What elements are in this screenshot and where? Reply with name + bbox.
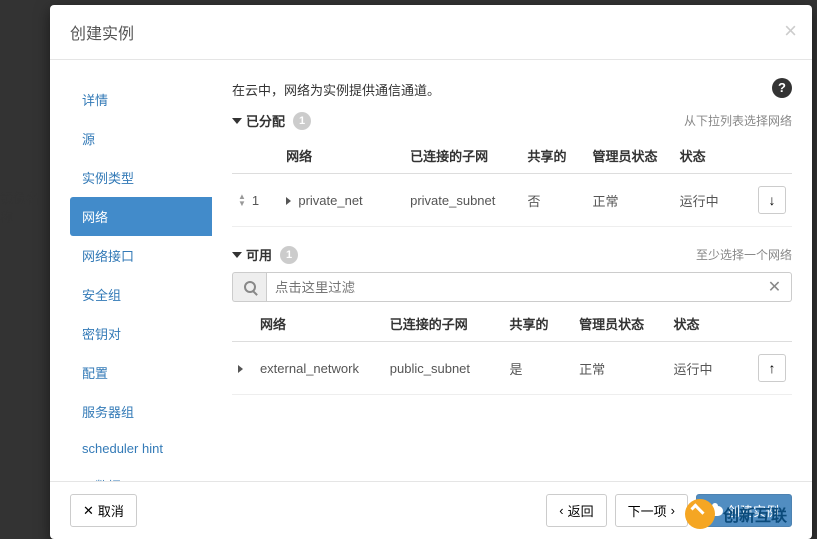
modal-title: 创建实例 <box>70 20 792 44</box>
allocated-hint: 从下拉列表选择网络 <box>684 112 792 129</box>
th-admin: 管理员状态 <box>573 306 667 342</box>
main-panel: ? 在云中，网络为实例提供通信通道。 已分配 1 从下拉列表选择网络 网络 已连… <box>212 60 812 481</box>
th-status: 状态 <box>668 306 752 342</box>
allocate-button[interactable]: ↑ <box>758 354 786 382</box>
row-admin: 正常 <box>573 342 667 395</box>
create-instance-modal: 创建实例 × 详情 源 实例类型 网络 网络接口 安全组 密钥对 配置 服务器组… <box>50 5 812 539</box>
help-icon[interactable]: ? <box>772 78 792 98</box>
cancel-button[interactable]: ✕ 取消 <box>70 494 137 527</box>
row-admin: 正常 <box>587 174 674 227</box>
modal-footer: ✕ 取消 ‹ 返回 下一项 › 创建实例 <box>50 481 812 539</box>
sidebar-item-config[interactable]: 配置 <box>70 353 212 392</box>
allocated-title-text: 已分配 <box>246 111 285 130</box>
row-subnet: public_subnet <box>384 342 504 395</box>
allocated-header: 已分配 1 从下拉列表选择网络 <box>232 111 792 130</box>
available-row: external_network public_subnet 是 正常 运行中 … <box>232 342 792 395</box>
chevron-right-icon: › <box>671 503 675 518</box>
th-network: 网络 <box>254 306 384 342</box>
available-hint: 至少选择一个网络 <box>696 246 792 263</box>
expand-icon[interactable] <box>238 365 243 373</box>
th-subnet: 已连接的子网 <box>384 306 504 342</box>
filter-row: ✕ <box>232 272 792 302</box>
th-status: 状态 <box>674 138 752 174</box>
row-shared: 否 <box>522 174 587 227</box>
th-admin: 管理员状态 <box>587 138 674 174</box>
chevron-left-icon: ‹ <box>559 503 563 518</box>
create-instance-button[interactable]: 创建实例 <box>696 494 792 527</box>
sidebar-item-flavor[interactable]: 实例类型 <box>70 158 212 197</box>
row-status: 运行中 <box>668 342 752 395</box>
cloud-upload-icon <box>709 506 723 516</box>
th-shared: 共享的 <box>504 306 574 342</box>
sidebar-item-security-groups[interactable]: 安全组 <box>70 275 212 314</box>
row-order: 1 <box>252 193 259 208</box>
next-button[interactable]: 下一项 › <box>615 494 688 527</box>
available-title[interactable]: 可用 1 <box>232 245 298 264</box>
sidebar-item-scheduler-hint[interactable]: scheduler hint <box>70 431 212 466</box>
row-network: external_network <box>254 342 384 395</box>
reorder-handle[interactable]: ▲▼ <box>238 193 246 207</box>
row-shared: 是 <box>504 342 574 395</box>
background-label: 镜像名称 <box>0 188 50 208</box>
close-icon: ✕ <box>83 503 94 519</box>
available-header: 可用 1 至少选择一个网络 <box>232 245 792 264</box>
sidebar-item-metadata[interactable]: 元数据 <box>70 466 212 481</box>
sidebar-item-ports[interactable]: 网络接口 <box>70 236 212 275</box>
modal-header: 创建实例 × <box>50 5 812 60</box>
allocated-row: ▲▼ 1 private_net private_subnet 否 正常 运行中 <box>232 174 792 227</box>
row-status: 运行中 <box>674 174 752 227</box>
allocated-title[interactable]: 已分配 1 <box>232 111 311 130</box>
row-subnet: private_subnet <box>404 174 521 227</box>
panel-description: 在云中，网络为实例提供通信通道。 <box>232 80 792 99</box>
close-icon[interactable]: × <box>784 20 797 42</box>
allocated-table: 网络 已连接的子网 共享的 管理员状态 状态 ▲▼ 1 <box>232 138 792 227</box>
deallocate-button[interactable]: ↓ <box>758 186 786 214</box>
back-button[interactable]: ‹ 返回 <box>546 494 606 527</box>
th-subnet: 已连接的子网 <box>404 138 521 174</box>
sidebar-item-network[interactable]: 网络 <box>70 197 212 236</box>
sidebar-item-keypair[interactable]: 密钥对 <box>70 314 212 353</box>
th-shared: 共享的 <box>522 138 587 174</box>
allocated-count-badge: 1 <box>293 112 311 130</box>
available-count-badge: 1 <box>280 246 298 264</box>
row-network: private_net <box>298 193 362 208</box>
filter-input[interactable] <box>266 272 758 302</box>
clear-filter-icon[interactable]: ✕ <box>758 272 792 302</box>
modal-body: 详情 源 实例类型 网络 网络接口 安全组 密钥对 配置 服务器组 schedu… <box>50 60 812 481</box>
sidebar-item-details[interactable]: 详情 <box>70 80 212 119</box>
chevron-down-icon <box>232 118 242 124</box>
wizard-sidebar: 详情 源 实例类型 网络 网络接口 安全组 密钥对 配置 服务器组 schedu… <box>50 60 212 481</box>
th-network: 网络 <box>280 138 404 174</box>
search-icon <box>232 272 266 302</box>
available-table: 网络 已连接的子网 共享的 管理员状态 状态 external_network <box>232 306 792 395</box>
expand-icon[interactable] <box>286 197 291 205</box>
sidebar-item-source[interactable]: 源 <box>70 119 212 158</box>
chevron-down-icon <box>232 252 242 258</box>
sidebar-item-server-groups[interactable]: 服务器组 <box>70 392 212 431</box>
available-title-text: 可用 <box>246 245 272 264</box>
